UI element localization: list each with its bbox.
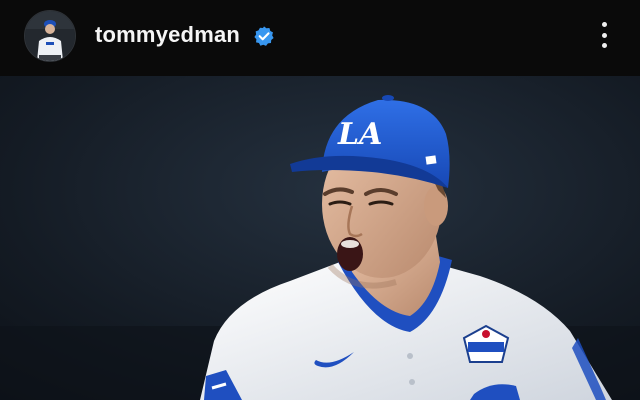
avatar-image (25, 11, 75, 61)
more-dot-icon (601, 43, 607, 48)
profile-avatar[interactable] (24, 10, 76, 62)
more-dot-icon (601, 32, 607, 38)
username-link[interactable]: tommyedman (95, 22, 240, 48)
instagram-post: tommyedman LA (0, 0, 640, 400)
more-options-button[interactable] (592, 18, 616, 52)
post-header: tommyedman (0, 0, 640, 76)
verified-badge-icon (254, 26, 274, 46)
post-photo[interactable]: LA (0, 76, 640, 400)
more-dot-icon (601, 22, 607, 27)
player-photo-illustration: LA (0, 76, 640, 400)
cap-logo-text: LA (337, 117, 382, 152)
